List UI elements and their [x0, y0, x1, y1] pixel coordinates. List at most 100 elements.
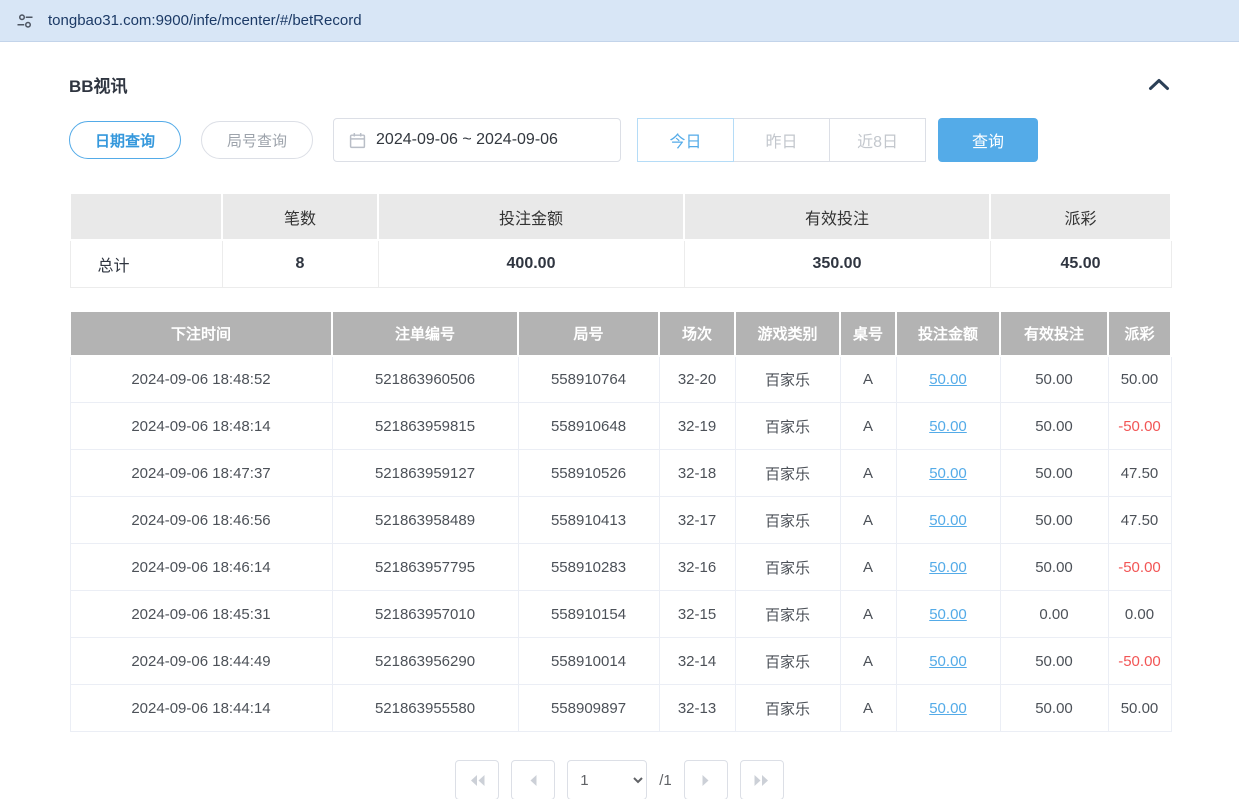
summary-total-row: 总计 8 400.00 350.00 45.00: [70, 240, 1171, 287]
cell-session: 32-16: [659, 544, 735, 591]
column-header: 派彩: [1108, 311, 1171, 356]
cell-session: 32-20: [659, 356, 735, 403]
bet-amount-link[interactable]: 50.00: [929, 559, 967, 576]
total-pages-label: /1: [659, 772, 672, 789]
cell-payout: 50.00: [1108, 685, 1171, 732]
cell-session: 32-19: [659, 403, 735, 450]
cell-game-type: 百家乐: [735, 497, 840, 544]
cell-order-no: 521863958489: [332, 497, 518, 544]
table-row: 2024-09-06 18:48:52521863960506558910764…: [70, 356, 1171, 403]
cell-bet: 50.00: [896, 497, 1000, 544]
cell-time: 2024-09-06 18:47:37: [70, 450, 332, 497]
cell-round-no: 558910526: [518, 450, 659, 497]
cell-time: 2024-09-06 18:48:14: [70, 403, 332, 450]
cell-round-no: 558910648: [518, 403, 659, 450]
cell-order-no: 521863959127: [332, 450, 518, 497]
summary-header-valid-bet: 有效投注: [684, 193, 990, 240]
cell-game-type: 百家乐: [735, 356, 840, 403]
browser-address-bar[interactable]: tongbao31.com:9900/infe/mcenter/#/betRec…: [0, 0, 1239, 42]
bet-amount-link[interactable]: 50.00: [929, 653, 967, 670]
summary-header-payout: 派彩: [990, 193, 1171, 240]
summary-bet-amount-value: 400.00: [378, 240, 684, 287]
search-button[interactable]: 查询: [938, 118, 1038, 162]
arrow-right-icon: [701, 774, 711, 787]
next-page-button[interactable]: [684, 760, 728, 799]
last-8-days-button[interactable]: 近8日: [829, 118, 926, 162]
cell-time: 2024-09-06 18:48:52: [70, 356, 332, 403]
cell-bet: 50.00: [896, 403, 1000, 450]
summary-total-label: 总计: [70, 240, 222, 287]
table-row: 2024-09-06 18:46:56521863958489558910413…: [70, 497, 1171, 544]
date-query-button[interactable]: 日期查询: [69, 121, 181, 159]
cell-table-no: A: [840, 450, 896, 497]
cell-round-no: 558910413: [518, 497, 659, 544]
cell-valid: 0.00: [1000, 591, 1108, 638]
bet-amount-link[interactable]: 50.00: [929, 700, 967, 717]
cell-payout: 47.50: [1108, 497, 1171, 544]
cell-table-no: A: [840, 591, 896, 638]
cell-bet: 50.00: [896, 450, 1000, 497]
table-row: 2024-09-06 18:44:14521863955580558909897…: [70, 685, 1171, 732]
cell-game-type: 百家乐: [735, 638, 840, 685]
cell-table-no: A: [840, 685, 896, 732]
cell-payout: -50.00: [1108, 544, 1171, 591]
cell-session: 32-13: [659, 685, 735, 732]
quick-date-group: 今日 昨日 近8日: [637, 118, 926, 162]
cell-valid: 50.00: [1000, 685, 1108, 732]
chevron-up-icon: [1148, 78, 1170, 91]
cell-bet: 50.00: [896, 356, 1000, 403]
cell-order-no: 521863955580: [332, 685, 518, 732]
yesterday-button[interactable]: 昨日: [733, 118, 830, 162]
cell-game-type: 百家乐: [735, 591, 840, 638]
cell-table-no: A: [840, 544, 896, 591]
cell-table-no: A: [840, 356, 896, 403]
cell-valid: 50.00: [1000, 403, 1108, 450]
column-header: 注单编号: [332, 311, 518, 356]
bet-table-header-row: 下注时间注单编号局号场次游戏类别桌号投注金额有效投注派彩: [70, 311, 1171, 356]
pagination: 1 /1: [69, 760, 1170, 799]
summary-header-empty: [70, 193, 222, 240]
cell-time: 2024-09-06 18:44:14: [70, 685, 332, 732]
summary-header-count: 笔数: [222, 193, 378, 240]
calendar-icon: [349, 132, 366, 149]
summary-table: 笔数 投注金额 有效投注 派彩 总计 8 400.00 350.00 45.00: [69, 192, 1172, 288]
first-page-button[interactable]: [455, 760, 499, 799]
today-button[interactable]: 今日: [637, 118, 734, 162]
bet-amount-link[interactable]: 50.00: [929, 418, 967, 435]
table-row: 2024-09-06 18:48:14521863959815558910648…: [70, 403, 1171, 450]
cell-order-no: 521863960506: [332, 356, 518, 403]
cell-round-no: 558910154: [518, 591, 659, 638]
tune-icon[interactable]: [16, 12, 34, 30]
page-number-select[interactable]: 1: [567, 760, 647, 799]
cell-time: 2024-09-06 18:46:56: [70, 497, 332, 544]
bet-amount-link[interactable]: 50.00: [929, 465, 967, 482]
bet-amount-link[interactable]: 50.00: [929, 606, 967, 623]
cell-valid: 50.00: [1000, 450, 1108, 497]
prev-page-button[interactable]: [511, 760, 555, 799]
cell-payout: -50.00: [1108, 403, 1171, 450]
cell-session: 32-15: [659, 591, 735, 638]
summary-header-bet-amount: 投注金额: [378, 193, 684, 240]
cell-round-no: 558910764: [518, 356, 659, 403]
page-header: BB视讯: [69, 42, 1170, 118]
cell-table-no: A: [840, 497, 896, 544]
cell-valid: 50.00: [1000, 497, 1108, 544]
table-row: 2024-09-06 18:44:49521863956290558910014…: [70, 638, 1171, 685]
cell-round-no: 558909897: [518, 685, 659, 732]
cell-payout: 47.50: [1108, 450, 1171, 497]
cell-order-no: 521863956290: [332, 638, 518, 685]
cell-payout: 50.00: [1108, 356, 1171, 403]
bet-amount-link[interactable]: 50.00: [929, 512, 967, 529]
bet-amount-link[interactable]: 50.00: [929, 371, 967, 388]
address-url[interactable]: tongbao31.com:9900/infe/mcenter/#/betRec…: [48, 12, 362, 29]
round-query-button[interactable]: 局号查询: [201, 121, 313, 159]
last-page-button[interactable]: [740, 760, 784, 799]
double-arrow-left-icon: [469, 774, 486, 787]
cell-bet: 50.00: [896, 544, 1000, 591]
cell-order-no: 521863957010: [332, 591, 518, 638]
table-row: 2024-09-06 18:45:31521863957010558910154…: [70, 591, 1171, 638]
summary-count-value: 8: [222, 240, 378, 287]
collapse-button[interactable]: [1148, 78, 1170, 91]
filter-toolbar: 日期查询 局号查询 2024-09-06 ~ 2024-09-06 今日 昨日 …: [69, 118, 1170, 162]
date-range-picker[interactable]: 2024-09-06 ~ 2024-09-06: [333, 118, 621, 162]
